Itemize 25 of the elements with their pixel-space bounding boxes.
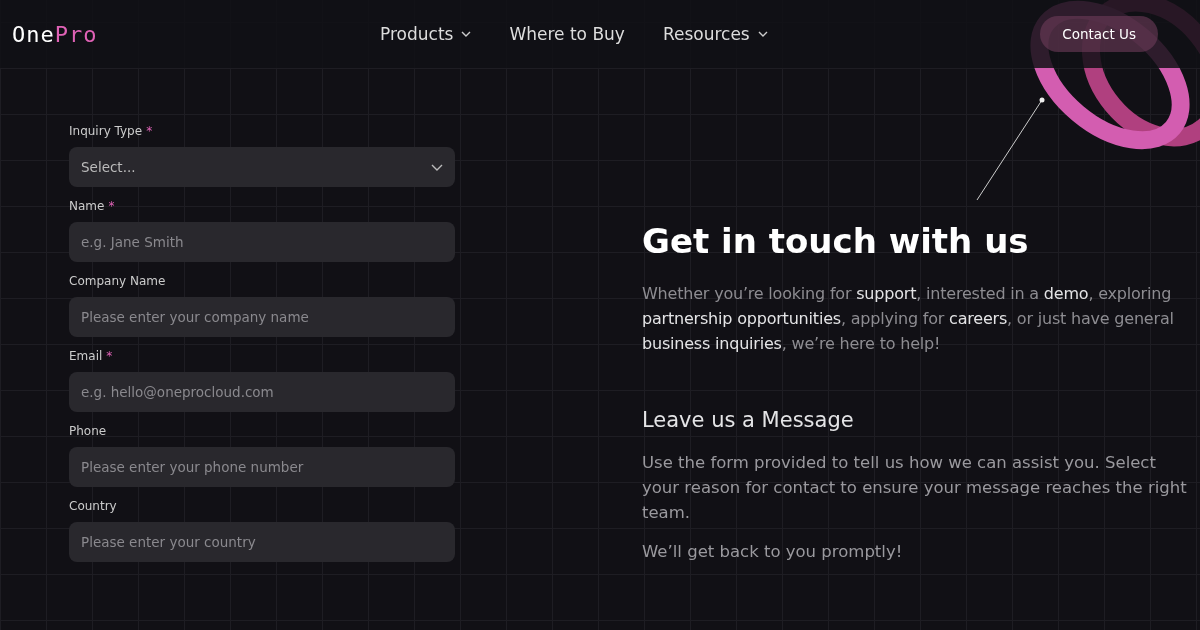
nav-link[interactable]: Resources	[662, 24, 768, 44]
input-field[interactable]: Please enter your company name	[69, 297, 455, 337]
nav-link[interactable]: Products	[380, 24, 472, 44]
field-label: Name *	[69, 199, 116, 213]
field-label: Company Name	[69, 274, 167, 288]
input-field[interactable]: e.g. Jane Smith	[69, 222, 455, 262]
field-label: Inquiry Type *	[69, 124, 154, 138]
section-heading: Leave us a Message	[642, 408, 855, 432]
chevron-down-icon	[461, 31, 472, 37]
intro-paragraph: Whether you’re looking for support, interested in a demo, exploring partnership opportunities, applying for careers, or just have general business inquiries, we’re here to help!	[642, 283, 1175, 355]
select-dropdown[interactable]: Select...	[69, 147, 455, 187]
chevron-down-icon	[431, 163, 443, 171]
input-field[interactable]: Please enter your country	[69, 522, 455, 562]
nav-link[interactable]: Where to Buy	[509, 24, 625, 44]
field-label: Country	[69, 499, 118, 513]
contact-us-button[interactable]: Contact Us	[1040, 16, 1158, 52]
input-field[interactable]: Please enter your phone number	[69, 447, 455, 487]
page-heading: Get in touch with us	[642, 221, 1030, 261]
body-paragraph: Use the form provided to tell us how we can assist you. Select your reason for contact to ensure your message reaches the right team.	[642, 452, 1188, 524]
body-paragraph: We’ll get back to you promptly!	[642, 541, 904, 563]
logo[interactable]: OnePro	[12, 21, 372, 47]
field-label: Email *	[69, 349, 114, 363]
chevron-down-icon	[757, 31, 768, 37]
field-label: Phone	[69, 424, 108, 438]
input-field[interactable]: e.g. hello@oneprocloud.com	[69, 372, 455, 412]
